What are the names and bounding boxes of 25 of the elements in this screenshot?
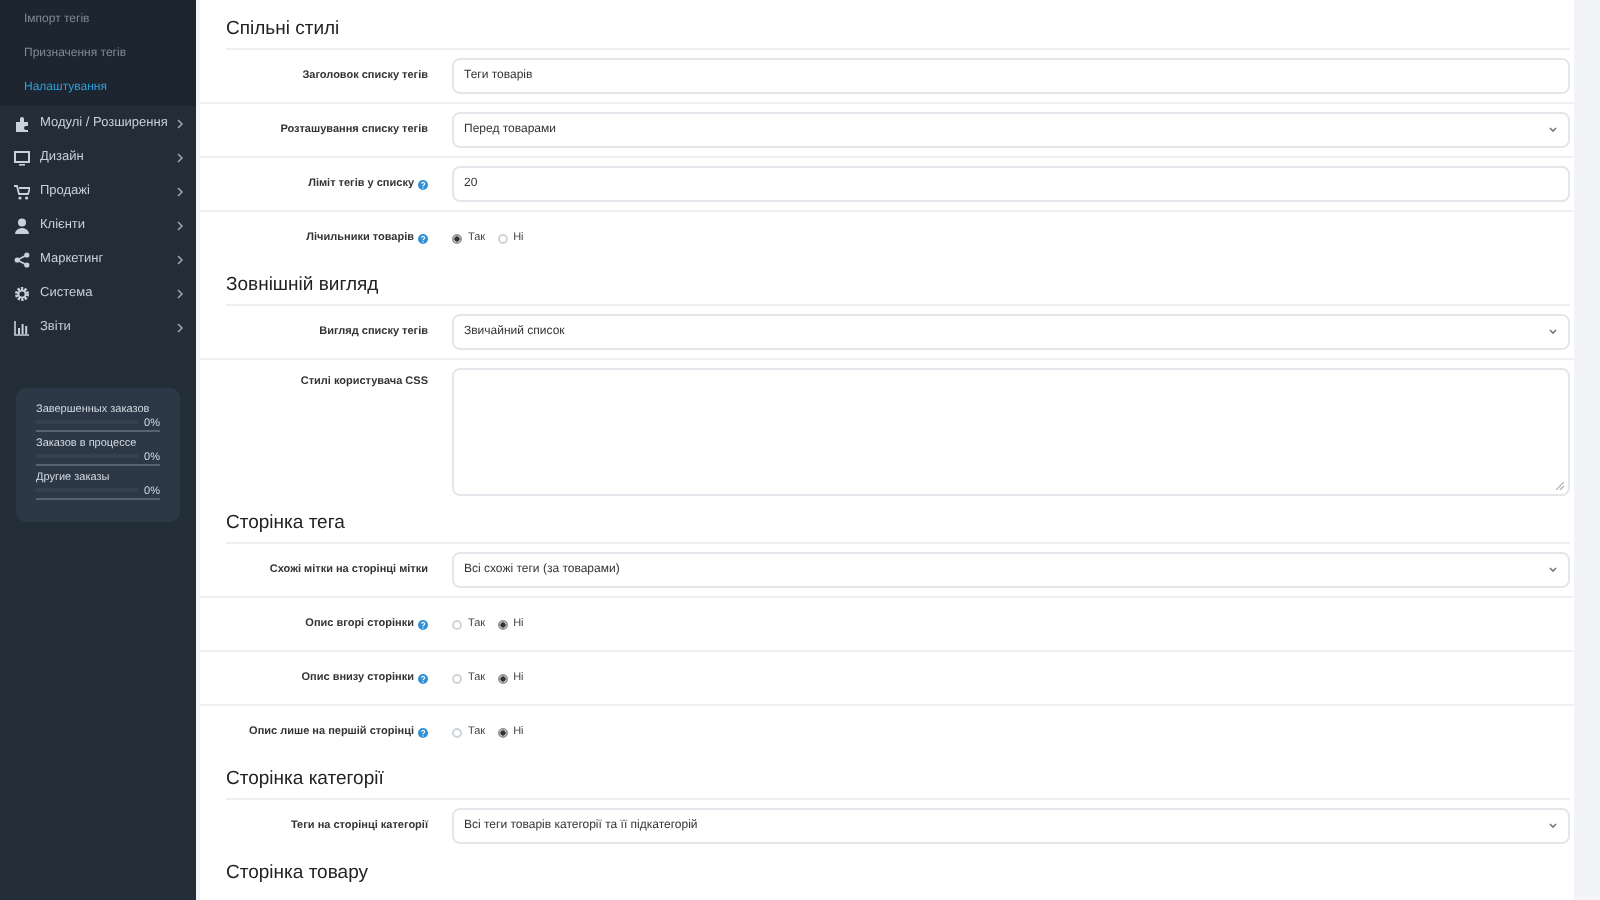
caret-icon xyxy=(1548,328,1558,336)
css-text-area[interactable] xyxy=(452,367,1570,495)
caret-icon xyxy=(1548,126,1558,134)
gear-icon xyxy=(14,285,30,301)
user-icon xyxy=(14,217,30,233)
monitor-icon xyxy=(14,149,30,165)
resize-grip-icon xyxy=(1556,481,1564,489)
bar-chart-icon xyxy=(14,319,30,335)
caret-icon xyxy=(1548,822,1558,830)
share-icon xyxy=(14,251,30,267)
chevron-right-icon xyxy=(176,185,184,197)
section-title: Сторінка тега xyxy=(226,508,1570,544)
section-title: Сторінка категорії xyxy=(226,764,1570,800)
chevron-right-icon xyxy=(176,219,184,231)
chevron-right-icon xyxy=(176,253,184,265)
section-title: Спільні стилі xyxy=(226,14,1570,50)
chevron-right-icon xyxy=(176,151,184,163)
caret-icon xyxy=(1548,566,1558,574)
section-title: Сторінка товару xyxy=(226,860,370,884)
chevron-right-icon xyxy=(176,117,184,129)
chevron-right-icon xyxy=(176,321,184,333)
puzzle-icon xyxy=(14,115,30,131)
section-title: Зовнішній вигляд xyxy=(226,270,1570,306)
cart-icon xyxy=(14,183,30,199)
chevron-right-icon xyxy=(176,287,184,299)
